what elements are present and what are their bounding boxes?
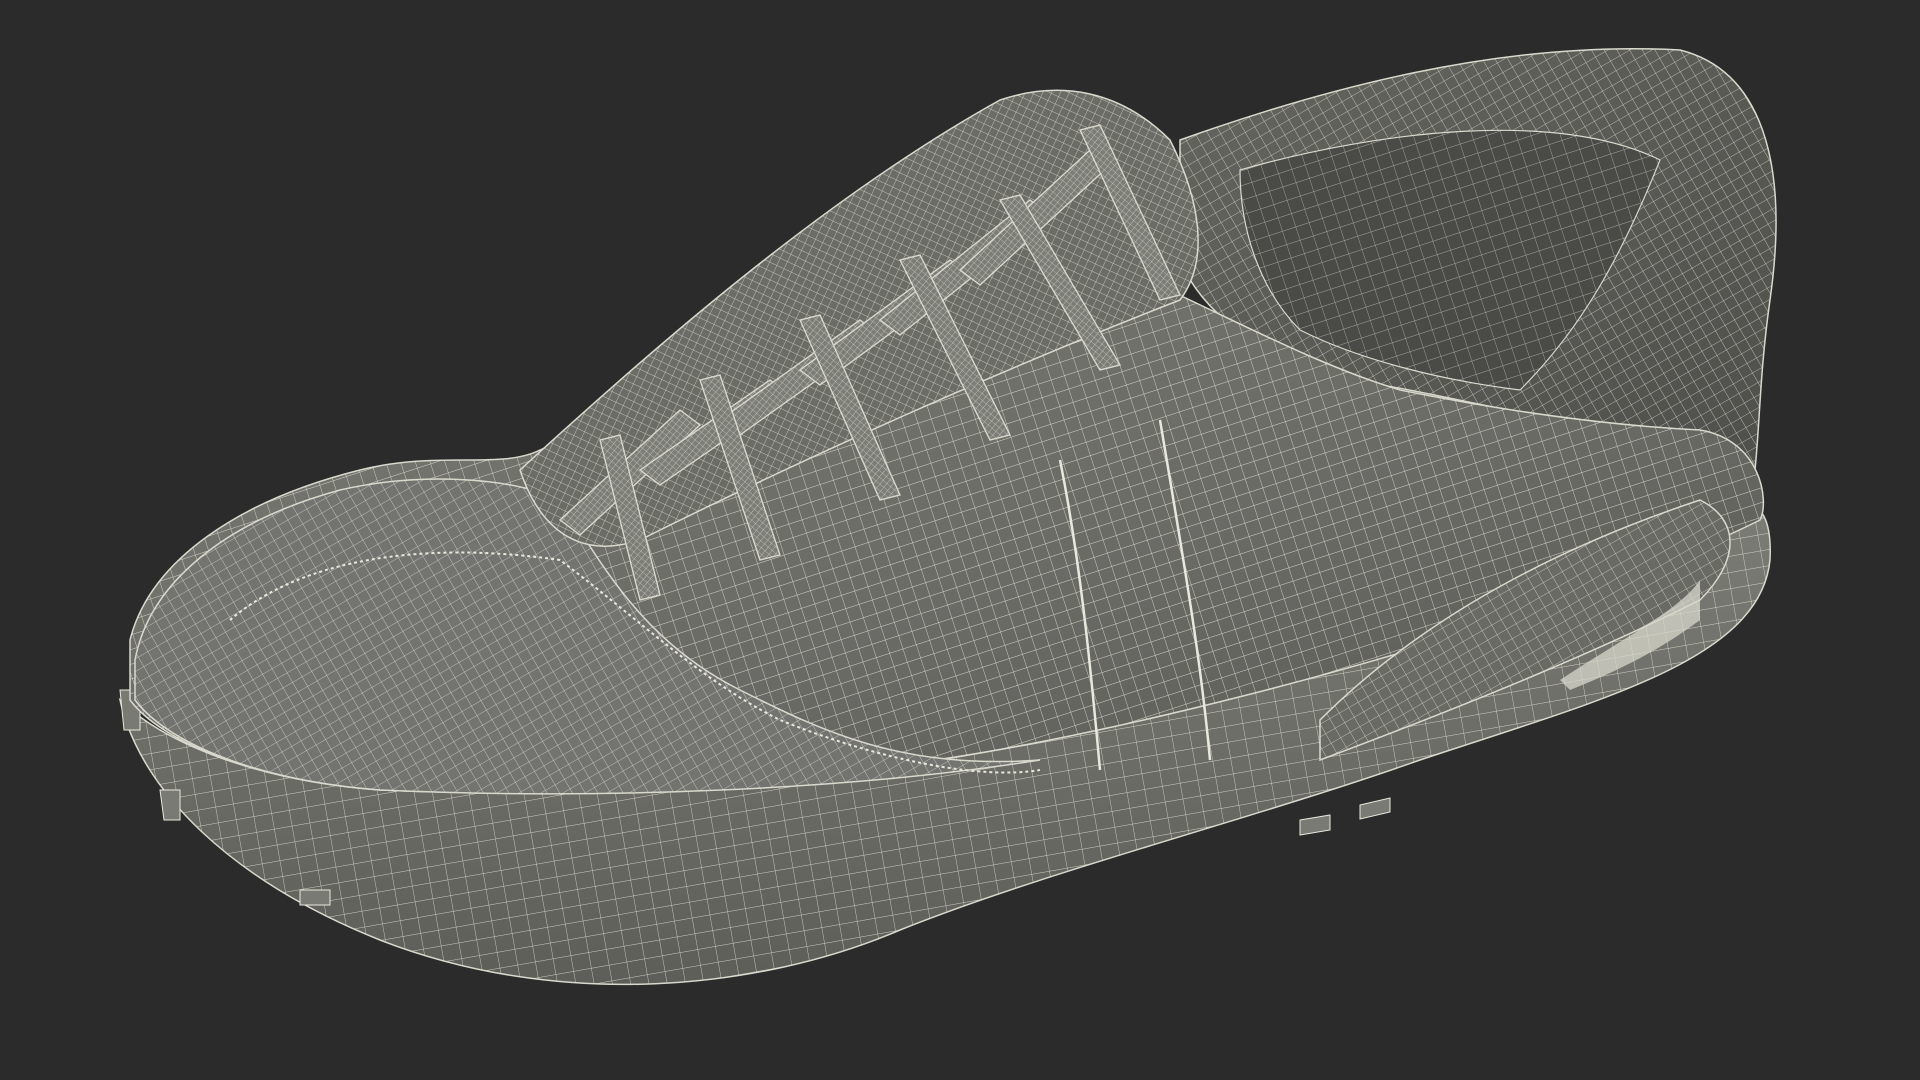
sneaker-wireframe-model (118, 47, 1777, 986)
render-viewport (0, 0, 1920, 1080)
